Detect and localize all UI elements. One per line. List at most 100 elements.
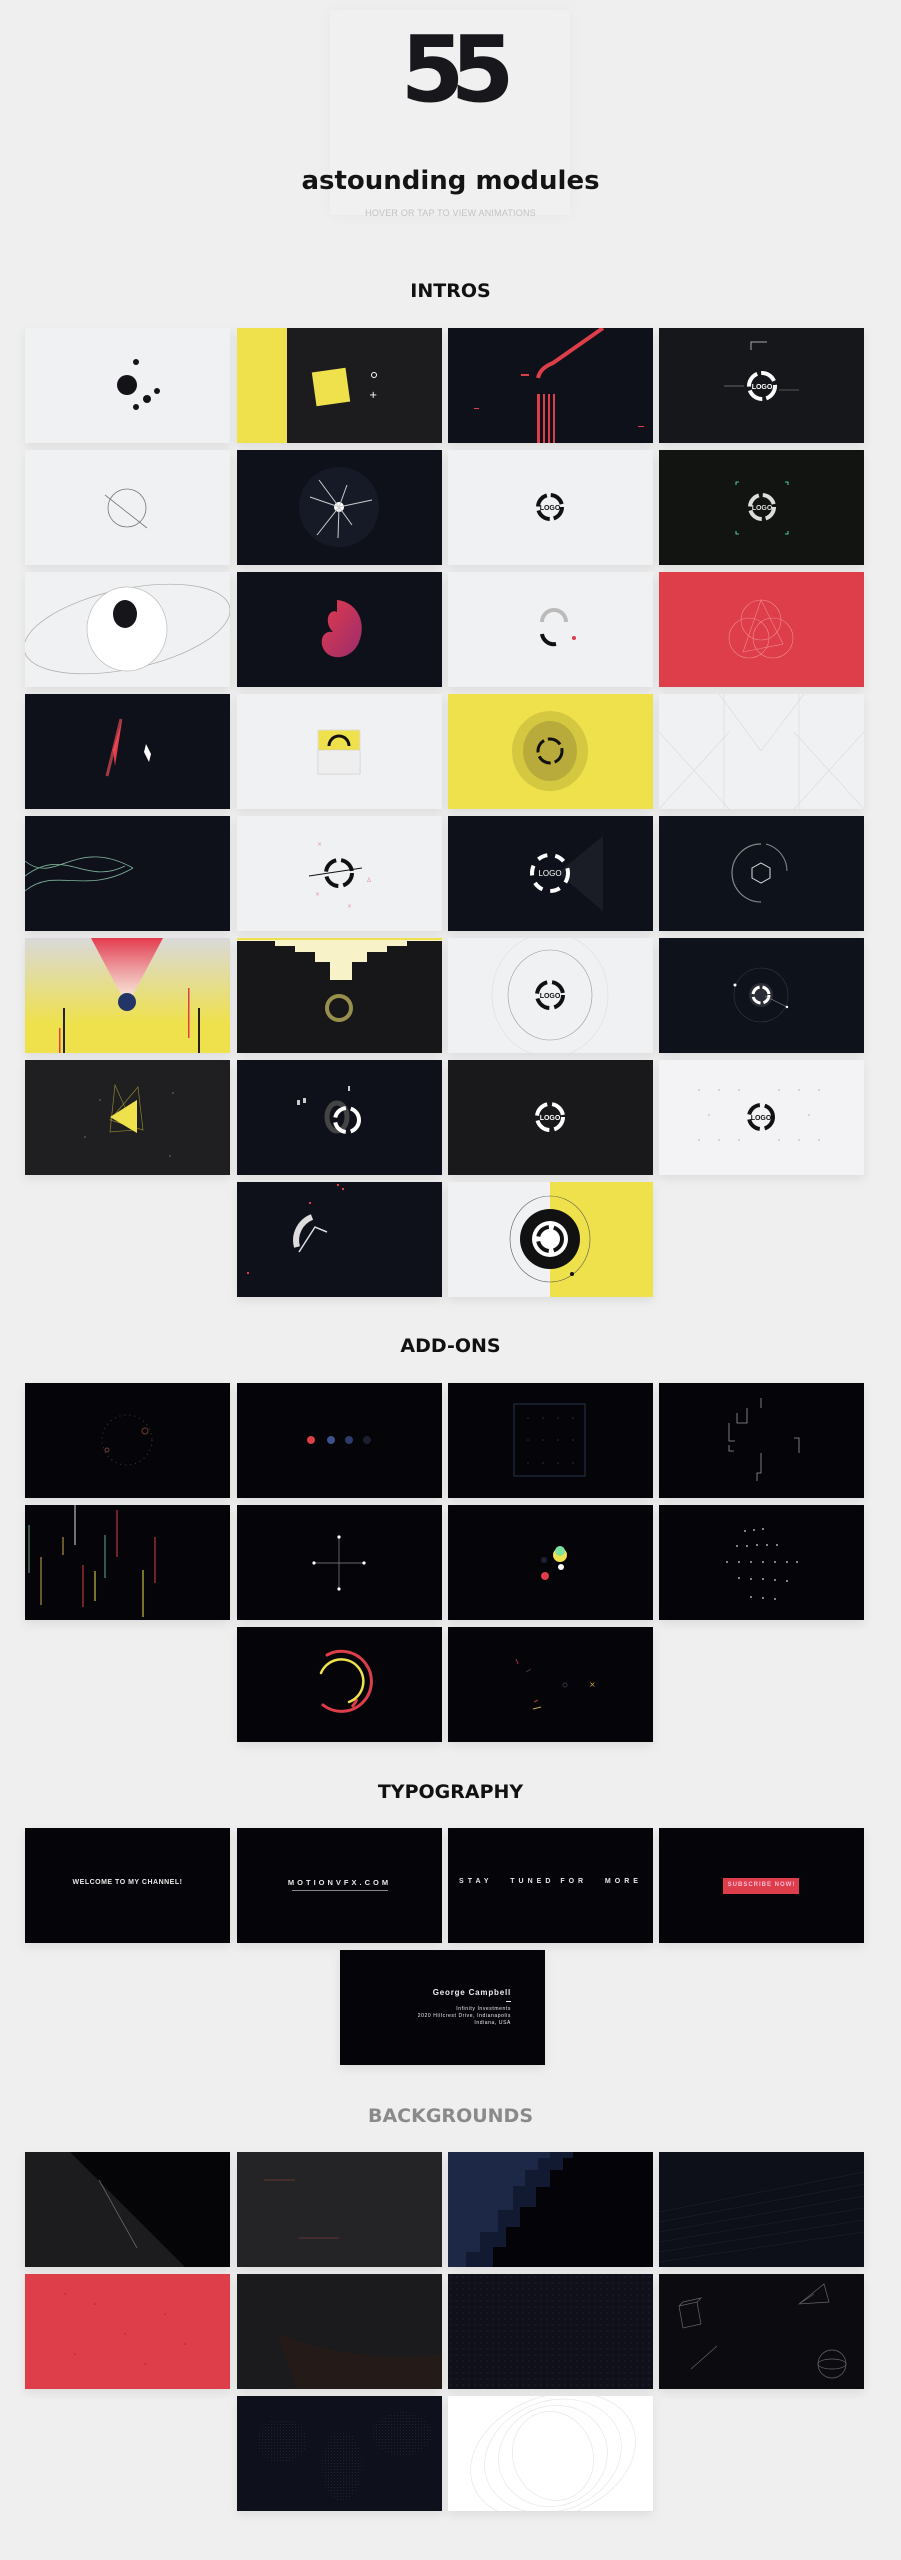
addon-tile-1[interactable] — [25, 1383, 230, 1498]
split-circle-graphic — [104, 488, 148, 529]
addon-tile-7[interactable] — [448, 1505, 653, 1620]
website-text: MOTIONVFX.COM — [287, 1878, 392, 1887]
line-mesh-graphic — [659, 2171, 864, 2263]
intro-tile-5[interactable] — [25, 450, 230, 565]
background-tile-8[interactable] — [659, 2274, 864, 2389]
module-count: 55 — [400, 16, 514, 123]
yellow-triangle-graphic — [84, 1083, 174, 1157]
intro-tile-16[interactable] — [659, 694, 864, 809]
colored-balls-graphic — [541, 1546, 567, 1580]
grid-frame-graphic — [513, 1403, 586, 1477]
svg-text:×: × — [347, 903, 352, 910]
typography-tile-lower-third[interactable]: George Campbell Infinity Investments 202… — [340, 1950, 545, 2065]
intro-tile-13[interactable] — [25, 694, 230, 809]
dot-matrix-graphic — [448, 2274, 653, 2389]
svg-text:+: + — [369, 390, 377, 401]
geometric-sketch-graphic — [728, 599, 794, 659]
contour-lines-graphic — [470, 2396, 636, 2511]
intro-tile-14[interactable] — [237, 694, 442, 809]
card-divider — [506, 2001, 511, 2002]
card-region: Indiana, USA — [474, 2020, 511, 2026]
wireframe-shapes-graphic — [678, 2283, 847, 2379]
yellow-square-graphic: + — [237, 328, 377, 443]
background-tile-3[interactable] — [448, 2152, 653, 2267]
intro-tile-15[interactable] — [448, 694, 653, 809]
svg-text:LOGO: LOGO — [540, 993, 561, 1000]
typography-tile-subscribe[interactable]: SUBSCRIBE NOW! — [659, 1828, 864, 1943]
logo-shatter-graphic — [247, 1184, 344, 1274]
background-tile-5[interactable] — [25, 2274, 230, 2389]
crosshair-graphic — [312, 1535, 366, 1591]
intro-tile-27[interactable]: LOGO — [448, 1060, 653, 1175]
background-tile-7[interactable] — [448, 2274, 653, 2389]
intro-tile-10[interactable] — [237, 572, 442, 687]
intro-tile-23[interactable]: LOGO — [448, 938, 653, 1053]
paint-swirl-graphic — [321, 600, 362, 658]
intro-tile-26[interactable] — [237, 1060, 442, 1175]
background-tile-4[interactable] — [659, 2152, 864, 2267]
svg-text:Δ: Δ — [367, 877, 372, 884]
background-tile-10[interactable] — [448, 2396, 653, 2511]
addon-tile-8[interactable] — [659, 1505, 864, 1620]
dot-sphere-graphic — [726, 1528, 798, 1600]
intro-tile-1[interactable] — [25, 328, 230, 443]
loading-dots-graphic — [307, 1436, 371, 1444]
background-tile-2[interactable] — [237, 2152, 442, 2267]
intro-tile-18[interactable]: × Δ × × — [237, 816, 442, 931]
card-name: George Campbell — [432, 1988, 511, 1997]
background-tile-6[interactable] — [237, 2274, 442, 2389]
line-grid-graphic — [659, 694, 864, 809]
intro-tile-30[interactable] — [448, 1182, 653, 1297]
wave-lines-graphic — [25, 856, 134, 892]
intro-tile-28[interactable]: LOGO — [659, 1060, 864, 1175]
addon-tile-2[interactable] — [237, 1383, 442, 1498]
spiral-logo-graphic — [512, 711, 588, 791]
intro-tile-24[interactable] — [659, 938, 864, 1053]
logo-beam-graphic: LOGO — [530, 836, 603, 911]
red-dots-graphic — [64, 2293, 186, 2365]
intro-tile-29[interactable] — [237, 1182, 442, 1297]
ember-particles-graphic — [277, 2334, 442, 2389]
intro-tile-7[interactable]: LOGO — [448, 450, 653, 565]
particle-ring-graphic — [101, 1414, 153, 1466]
intro-tile-22[interactable] — [237, 938, 442, 1053]
logo-orbit-graphic: LOGO — [491, 938, 609, 1053]
intro-tile-2[interactable]: + — [237, 328, 442, 443]
halftone-waves-graphic — [257, 2412, 432, 2501]
intro-tile-11[interactable] — [448, 572, 653, 687]
section-title-typography: TYPOGRAPHY — [377, 1781, 524, 1803]
intro-tile-17[interactable] — [25, 816, 230, 931]
svg-text:LOGO: LOGO — [540, 505, 561, 512]
addon-tile-4[interactable] — [659, 1383, 864, 1498]
falling-lines-graphic — [28, 1505, 156, 1617]
background-tile-9[interactable] — [237, 2396, 442, 2511]
addon-tile-10[interactable]: × — [448, 1627, 653, 1742]
intro-tile-12[interactable] — [659, 572, 864, 687]
hero-subtitle: HOVER OR TAP TO VIEW ANIMATIONS — [365, 208, 536, 218]
website-underline — [292, 1890, 388, 1891]
addon-tile-5[interactable] — [25, 1505, 230, 1620]
intro-tile-3[interactable] — [448, 328, 653, 443]
addon-tile-9[interactable] — [237, 1627, 442, 1742]
diamond-shapes-graphic — [105, 718, 151, 777]
logo-satellite-graphic — [733, 967, 789, 1023]
typography-tile-welcome[interactable]: WELCOME TO MY CHANNEL! — [25, 1828, 230, 1943]
addon-tile-3[interactable] — [448, 1383, 653, 1498]
intro-tile-8[interactable]: LOGO — [659, 450, 864, 565]
intro-tile-25[interactable] — [25, 1060, 230, 1175]
intro-tile-19[interactable]: LOGO — [448, 816, 653, 931]
logo-rotate-graphic — [297, 1086, 361, 1134]
typography-tile-stay-tuned[interactable]: STAY TUNED FOR MORE — [448, 1828, 653, 1943]
intro-tile-6[interactable] — [237, 450, 442, 565]
background-tile-1[interactable] — [25, 2152, 230, 2267]
intro-tile-9[interactable] — [25, 572, 230, 687]
intro-tile-21[interactable] — [25, 938, 230, 1053]
addon-tile-6[interactable] — [237, 1505, 442, 1620]
stay-tuned-text: STAY TUNED FOR MORE — [459, 1878, 642, 1885]
typography-tile-website[interactable]: MOTIONVFX.COM — [237, 1828, 442, 1943]
intro-tile-4[interactable]: LOGO — [659, 328, 864, 443]
light-burst-graphic — [299, 467, 379, 547]
svg-text:×: × — [589, 1680, 596, 1689]
svg-text:LOGO: LOGO — [540, 1115, 561, 1122]
intro-tile-20[interactable] — [659, 816, 864, 931]
